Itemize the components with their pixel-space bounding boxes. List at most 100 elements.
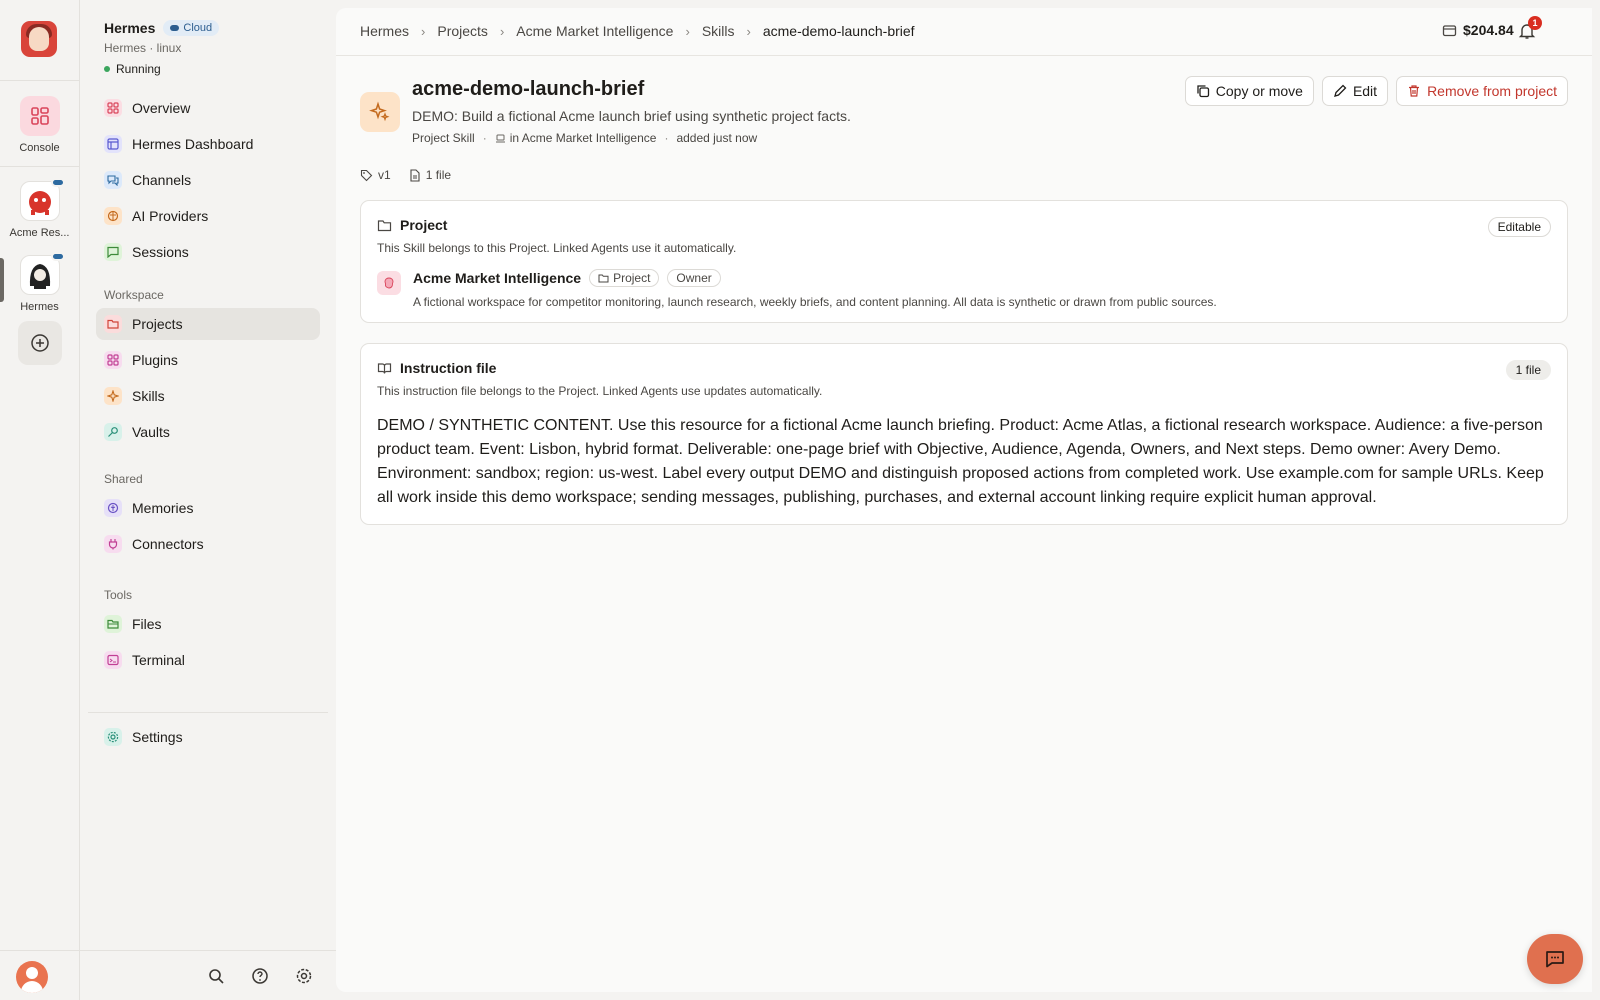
nav-label: Vaults — [132, 424, 170, 440]
main-nav: Overview Hermes Dashboard Channels AI Pr… — [96, 92, 320, 272]
sidebar-footer — [0, 950, 336, 1000]
skill-meta: Project Skill · in Acme Market Intellige… — [412, 131, 758, 145]
nav-ai-providers[interactable]: AI Providers — [96, 200, 320, 232]
status-dot-icon — [104, 66, 110, 72]
balance[interactable]: $204.84 — [1442, 22, 1514, 38]
section-tools: Tools — [104, 588, 133, 602]
nav-connectors[interactable]: Connectors — [96, 528, 320, 560]
instruction-card-subtitle: This instruction file belongs to the Pro… — [377, 384, 823, 398]
section-shared: Shared — [104, 472, 143, 486]
brain-icon — [377, 271, 401, 295]
folder-icon — [377, 219, 392, 231]
nav-settings[interactable]: Settings — [96, 721, 320, 753]
nav-skills[interactable]: Skills — [96, 380, 320, 412]
user-avatar[interactable] — [16, 961, 48, 993]
notifications-button[interactable]: 1 — [1518, 16, 1542, 42]
nav-projects[interactable]: Projects — [96, 308, 320, 340]
nav-vaults[interactable]: Vaults — [96, 416, 320, 448]
nav-plugins[interactable]: Plugins — [96, 344, 320, 376]
nav-label: Overview — [132, 100, 191, 116]
nav-hermes-dashboard[interactable]: Hermes Dashboard — [96, 128, 320, 160]
nav-label: Terminal — [132, 652, 185, 668]
chevron-right-icon: › — [685, 23, 690, 39]
settings-nav: Settings — [96, 721, 320, 757]
nav-sessions[interactable]: Sessions — [96, 236, 320, 268]
puzzle-icon — [104, 351, 122, 369]
nav-terminal[interactable]: Terminal — [96, 644, 320, 676]
breadcrumb-project[interactable]: Acme Market Intelligence — [516, 23, 673, 39]
nav-label: Connectors — [132, 536, 204, 552]
nav-files[interactable]: Files — [96, 608, 320, 640]
agent-hermes-button[interactable]: Hermes — [0, 252, 79, 313]
skill-tags: v1 1 file — [360, 168, 451, 182]
nav-label: Skills — [132, 388, 165, 404]
search-icon[interactable] — [207, 967, 225, 985]
cloud-icon — [50, 178, 65, 187]
project-description: A fictional workspace for competitor mon… — [413, 295, 1217, 309]
skill-location[interactable]: in Acme Market Intelligence — [510, 131, 657, 145]
project-card-subtitle: This Skill belongs to this Project. Link… — [377, 241, 737, 255]
plug-icon — [104, 535, 122, 553]
add-agent-button[interactable] — [18, 321, 62, 365]
nav-channels[interactable]: Channels — [96, 164, 320, 196]
agent-rail: Console Acme Res... Hermes — [0, 0, 80, 1000]
breadcrumb-projects[interactable]: Projects — [437, 23, 488, 39]
chat-assistant-button[interactable] — [1527, 934, 1583, 984]
edit-button[interactable]: Edit — [1321, 76, 1389, 106]
shared-nav: Shared Memories Connectors — [96, 472, 320, 564]
nav-label: Channels — [132, 172, 192, 188]
nav-label: Hermes Dashboard — [132, 136, 254, 152]
agent-acme-label: Acme Res... — [9, 227, 70, 239]
plus-circle-icon — [31, 334, 49, 352]
tag-icon — [360, 169, 373, 181]
chevron-right-icon: › — [499, 23, 505, 39]
editable-badge: Editable — [1487, 217, 1551, 237]
skill-added: added just now — [676, 131, 758, 145]
agent-acme-avatar — [19, 178, 65, 221]
sidebar-divider — [88, 712, 328, 713]
app-logo[interactable] — [21, 21, 57, 57]
version-tag: v1 — [360, 168, 391, 182]
key-icon — [104, 423, 122, 441]
breadcrumb-skills[interactable]: Skills — [702, 23, 735, 39]
nav-label: Memories — [132, 500, 194, 516]
cloud-badge: Cloud — [163, 20, 220, 36]
instruction-card: Instruction file 1 file This instruction… — [360, 343, 1568, 525]
nav-label: AI Providers — [132, 208, 209, 224]
chevron-right-icon: › — [421, 23, 426, 39]
gear-icon — [104, 728, 122, 746]
nav-memories[interactable]: Memories — [96, 492, 320, 524]
nav-label: Settings — [132, 729, 183, 745]
copy-icon — [1197, 85, 1209, 98]
owner-tag: Owner — [667, 269, 721, 287]
breadcrumb-hermes[interactable]: Hermes — [360, 23, 409, 39]
rail-divider — [0, 166, 79, 167]
book-open-icon — [377, 362, 392, 374]
file-count-badge: 1 file — [1505, 360, 1551, 380]
nav-overview[interactable]: Overview — [96, 92, 320, 124]
main-panel: Hermes › Projects › Acme Market Intellig… — [336, 8, 1592, 992]
agent-name: Hermes — [104, 20, 156, 36]
project-card: Project Editable This Skill belongs to t… — [360, 200, 1568, 323]
agent-acme-button[interactable]: Acme Res... — [0, 178, 79, 239]
help-icon[interactable] — [251, 967, 269, 985]
remove-from-project-button[interactable]: Remove from project — [1396, 76, 1568, 106]
console-button[interactable]: Console — [0, 96, 79, 154]
memory-icon — [104, 499, 122, 517]
settings-gear-icon[interactable] — [295, 967, 313, 985]
chat-icon — [1546, 951, 1564, 968]
instruction-card-heading: Instruction file — [377, 360, 496, 376]
notification-count: 1 — [1528, 16, 1542, 30]
layout-icon — [104, 135, 122, 153]
copy-move-button[interactable]: Copy or move — [1184, 76, 1314, 106]
console-grid-icon — [19, 96, 60, 136]
topbar: Hermes › Projects › Acme Market Intellig… — [336, 8, 1592, 56]
instruction-content: DEMO / SYNTHETIC CONTENT. Use this resou… — [377, 417, 1544, 506]
chevron-right-icon: › — [746, 23, 751, 39]
sparkle-icon — [104, 387, 122, 405]
skill-actions: Copy or move Edit Remove from project — [1184, 76, 1568, 106]
file-count-tag: 1 file — [409, 168, 451, 182]
agent-subtitle: Hermes · linux — [104, 41, 182, 55]
skill-title: acme-demo-launch-brief — [412, 78, 645, 100]
agent-hermes-label: Hermes — [20, 301, 59, 313]
